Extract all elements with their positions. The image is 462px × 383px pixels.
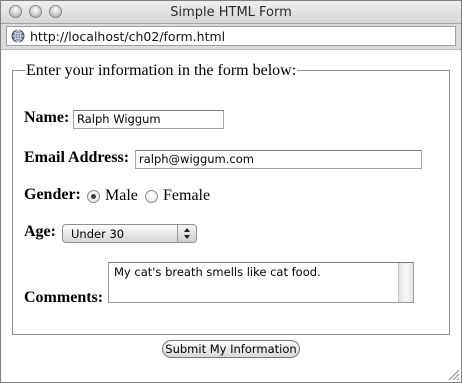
email-input[interactable]: ralph@wiggum.com xyxy=(135,150,422,169)
gender-male-label: Male xyxy=(105,187,138,204)
name-input[interactable]: Ralph Wiggum xyxy=(73,110,224,129)
comments-textarea[interactable]: My cat's breath smells like cat food. xyxy=(108,262,414,303)
page-content: Enter your information in the form below… xyxy=(1,50,461,382)
url-text: http://localhost/ch02/form.html xyxy=(30,29,226,44)
gender-female-radio[interactable] xyxy=(145,190,158,203)
browser-window: Simple HTML Form http://localhost/ch02/f… xyxy=(0,0,462,383)
form-fieldset: Enter your information in the form below… xyxy=(12,62,450,335)
age-select-value: Under 30 xyxy=(71,227,125,241)
title-bar: Simple HTML Form xyxy=(1,1,461,24)
gender-male-radio[interactable] xyxy=(87,190,100,203)
name-label: Name: xyxy=(24,109,70,126)
form-legend: Enter your information in the form below… xyxy=(25,62,298,80)
resize-grip-icon[interactable] xyxy=(446,367,460,381)
up-down-arrows-icon xyxy=(177,225,196,242)
gender-female-label: Female xyxy=(163,187,211,204)
globe-icon xyxy=(11,29,25,43)
address-bar: http://localhost/ch02/form.html xyxy=(1,24,461,50)
email-label: Email Address: xyxy=(24,149,130,166)
window-title: Simple HTML Form xyxy=(170,5,292,20)
comments-text: My cat's breath smells like cat food. xyxy=(114,265,321,279)
age-select[interactable]: Under 30 xyxy=(62,224,197,243)
comments-scrollbar[interactable] xyxy=(398,263,413,302)
submit-button[interactable]: Submit My Information xyxy=(162,340,300,358)
age-label: Age: xyxy=(24,223,56,240)
gender-label: Gender: xyxy=(24,186,81,203)
comments-label: Comments: xyxy=(24,289,104,306)
url-field[interactable]: http://localhost/ch02/form.html xyxy=(6,26,456,46)
